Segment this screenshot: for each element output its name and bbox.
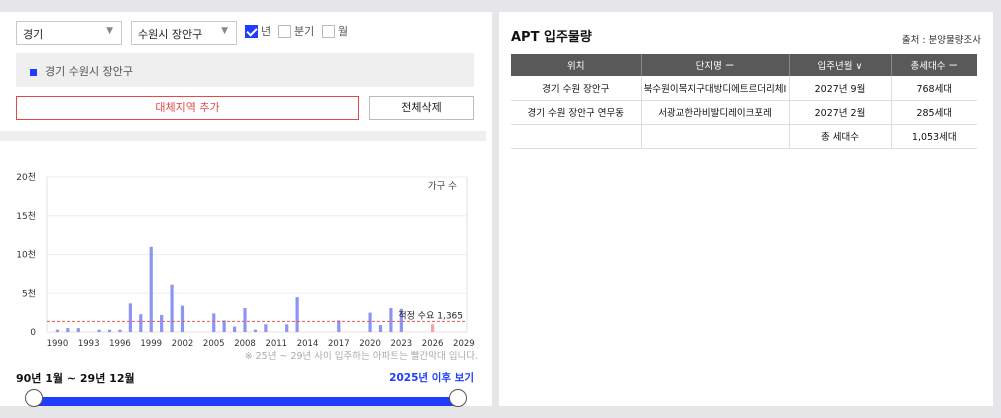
bar	[368, 312, 372, 332]
col-move-in-header[interactable]: 입주년월 ∨	[789, 54, 892, 76]
region-marker-icon	[30, 68, 37, 76]
province-select[interactable]: 경기 ▼	[16, 21, 122, 45]
cell-complex: 북수원이목지구대방디에트르더리체Ⅰ	[641, 76, 790, 101]
bar	[285, 324, 289, 332]
bar	[160, 314, 164, 332]
year-range-slider[interactable]	[34, 397, 458, 406]
reference-label: 적정 수요 1,365	[398, 309, 463, 321]
chart-grid	[46, 176, 468, 333]
x-tick-label: 1999	[140, 339, 162, 349]
cell-location	[511, 124, 642, 149]
bar	[107, 329, 112, 332]
supply-table: 위치 단지명 ー 입주년월 ∨ 총세대수 ー 경기 수원 장안구 북수원이목지구…	[511, 54, 977, 149]
period-month-checkbox[interactable]: 월	[322, 23, 348, 39]
table-header-row: 위치 단지명 ー 입주년월 ∨ 총세대수 ー	[511, 54, 977, 76]
checkbox-unchecked-icon	[322, 24, 335, 38]
x-tick-label: 1996	[109, 339, 131, 349]
x-tick-label: 2005	[203, 339, 225, 349]
col-location-header[interactable]: 위치	[511, 54, 642, 76]
cell-total-value: 1,053세대	[891, 124, 977, 149]
bar	[212, 313, 216, 332]
y-tick-label: 0	[30, 328, 36, 338]
x-tick-label: 1993	[78, 339, 100, 349]
cell-move-in: 2027년 2월	[789, 100, 892, 125]
table-row[interactable]: 경기 수원 장안구 연무동 서광교한라비발디레이크포레 2027년 2월 285…	[511, 100, 977, 125]
col-complex-header[interactable]: 단지명 ー	[641, 54, 790, 76]
city-select-value: 수원시 장안구	[138, 28, 203, 41]
cell-move-in: 2027년 9월	[789, 76, 892, 101]
cell-complex	[641, 124, 790, 149]
bar	[149, 246, 153, 332]
y-tick-label: 15천	[16, 211, 36, 222]
x-tick-label: 1990	[47, 339, 69, 349]
range-label: 90년 1월 ~ 29년 12월	[16, 372, 135, 385]
cell-households: 285세대	[891, 100, 977, 125]
slider-end-handle[interactable]	[449, 389, 467, 407]
selected-region-item: 경기 수원시 장안구	[16, 53, 474, 87]
period-month-label: 월	[338, 25, 349, 38]
source-label: 출처 : 분양물량조사	[901, 35, 981, 46]
cell-total-label: 총 세대수	[789, 124, 892, 149]
bar	[128, 303, 132, 332]
period-year-checkbox[interactable]: 년	[245, 23, 271, 39]
y-tick-label: 20천	[16, 172, 36, 183]
panel-title: APT 입주물량	[511, 30, 592, 45]
period-year-label: 년	[261, 25, 272, 38]
right-panel: APT 입주물량 출처 : 분양물량조사 위치 단지명 ー 입주년월 ∨ 총세대…	[499, 12, 993, 406]
slider-start-handle[interactable]	[25, 389, 43, 407]
checkbox-unchecked-icon	[278, 24, 291, 38]
bar	[97, 329, 101, 332]
clear-all-button[interactable]: 전체삭제	[369, 96, 474, 120]
period-quarter-checkbox[interactable]: 분기	[278, 23, 314, 39]
bar	[170, 284, 174, 332]
table-total-row: 총 세대수 1,053세대	[511, 124, 977, 149]
bar	[139, 314, 143, 332]
bar	[337, 320, 341, 332]
y-unit-label: 가구 수	[428, 181, 457, 192]
supply-bar-chart: 적정 수요 1,365 0 5천 10천 15천 20천가구 수 1990 1993 1996…	[16, 172, 474, 349]
cell-location: 경기 수원 장안구	[511, 76, 642, 101]
bar	[389, 307, 393, 332]
bar	[431, 324, 435, 332]
bar	[378, 325, 383, 332]
chevron-down-icon: ▼	[221, 26, 228, 36]
chart-bars	[55, 246, 435, 332]
y-tick-label: 10천	[16, 250, 36, 261]
region-item-label: 경기 수원시 장안구	[45, 65, 133, 78]
bar	[232, 326, 237, 332]
col-households-header[interactable]: 총세대수 ー	[891, 54, 977, 76]
period-quarter-label: 분기	[294, 25, 315, 38]
bar	[118, 329, 122, 332]
view-after-2025-link[interactable]: 2025년 이후 보기	[389, 370, 474, 385]
add-region-button[interactable]: 대체지역 추가	[16, 96, 359, 120]
chevron-down-icon: ▼	[106, 26, 113, 36]
bar	[295, 297, 299, 332]
cell-location: 경기 수원 장안구 연무동	[511, 100, 642, 125]
city-select[interactable]: 수원시 장안구 ▼	[131, 21, 237, 45]
bar	[243, 307, 247, 332]
left-panel: 경기 ▼ 수원시 장안구 ▼ 년 분기 월 경기 수원시 장안구 대체지역 추가…	[0, 12, 492, 407]
bar	[222, 320, 226, 332]
bar	[66, 328, 70, 332]
y-tick-label: 5천	[22, 288, 36, 299]
x-tick-label: 2002	[172, 339, 194, 349]
section-divider	[0, 131, 486, 141]
chart-reference: 적정 수요 1,365	[47, 309, 467, 322]
bar	[180, 305, 185, 332]
bar	[264, 324, 268, 332]
chart-note: ※ 25년 ~ 29년 사이 입주하는 아파트는 빨간막대 입니다.	[244, 351, 478, 362]
cell-complex: 서광교한라비발디레이크포레	[641, 100, 790, 125]
bar	[76, 328, 80, 332]
province-select-value: 경기	[23, 28, 44, 41]
cell-households: 768세대	[891, 76, 977, 101]
table-row[interactable]: 경기 수원 장안구 북수원이목지구대방디에트르더리체Ⅰ 2027년 9월 768…	[511, 76, 977, 101]
checkbox-checked-icon	[245, 24, 258, 38]
bar	[253, 329, 258, 332]
bar	[55, 329, 60, 332]
